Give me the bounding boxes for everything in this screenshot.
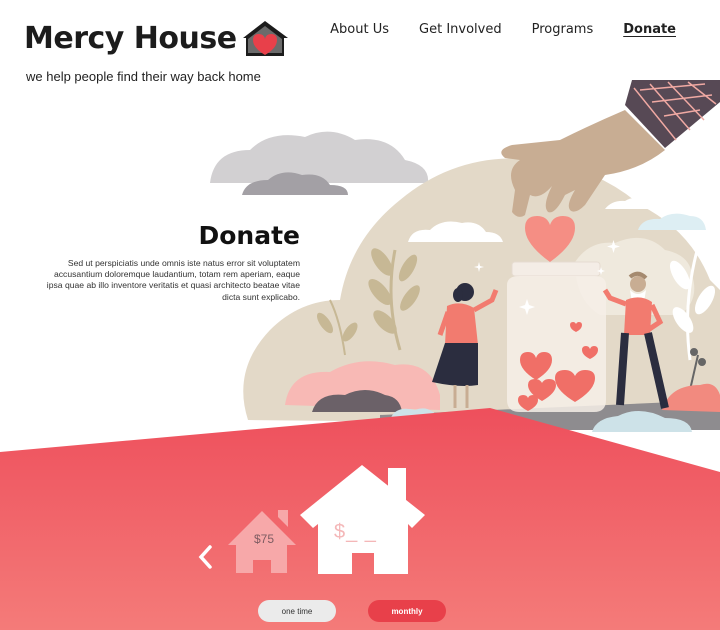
brand-logo[interactable]: Mercy House <box>24 18 291 60</box>
donate-section: Donate Sed ut perspiciatis unde omnis is… <box>40 221 300 303</box>
donate-description: Sed ut perspiciatis unde omnis iste natu… <box>46 258 300 302</box>
brand-name: Mercy House <box>24 21 237 56</box>
nav-donate[interactable]: Donate <box>623 22 676 37</box>
amount-option-75[interactable]: $75 <box>236 532 292 546</box>
nav-programs[interactable]: Programs <box>532 22 594 37</box>
chevron-left-icon[interactable] <box>196 543 216 571</box>
monthly-button[interactable]: monthly <box>368 600 446 622</box>
nav-get-involved[interactable]: Get Involved <box>419 22 502 37</box>
page-title: Donate <box>198 221 300 250</box>
main-nav: About Us Get Involved Programs Donate <box>330 22 676 37</box>
house-heart-icon <box>242 21 288 56</box>
site-header: Mercy House we help people find their wa… <box>0 0 720 95</box>
amount-custom[interactable]: $_ _ <box>334 521 394 544</box>
nav-about-us[interactable]: About Us <box>330 22 389 37</box>
donation-jar-icon <box>507 261 606 412</box>
one-time-button[interactable]: one time <box>258 600 336 622</box>
cloud-grey-icon <box>210 131 429 195</box>
tagline: we help people find their way back home <box>26 69 261 84</box>
